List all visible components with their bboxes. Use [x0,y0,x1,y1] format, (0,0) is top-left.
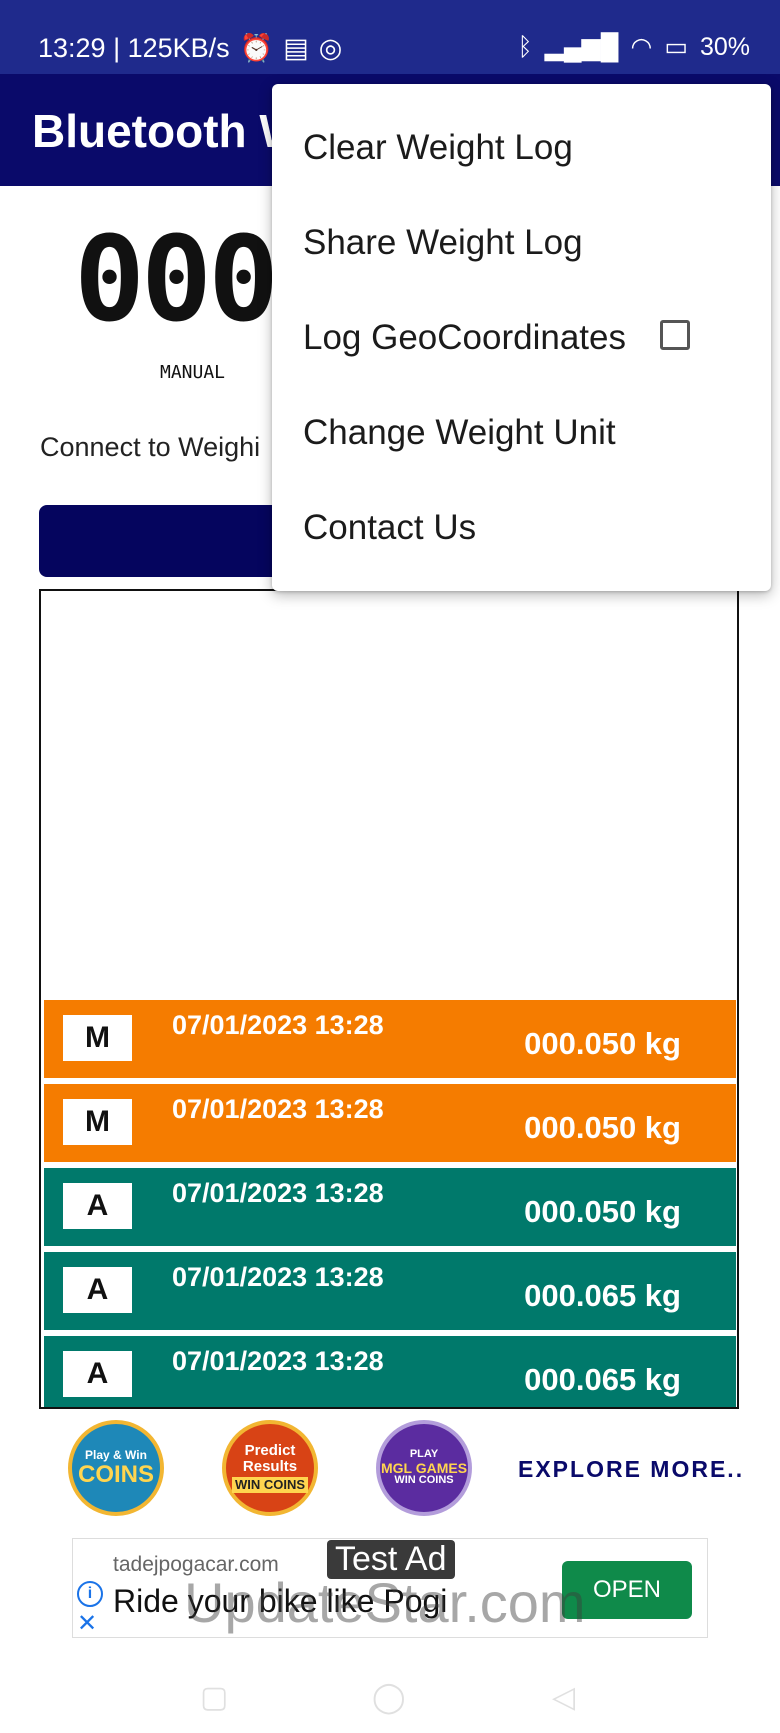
promo-line: WIN COINS [394,1474,454,1487]
log-weight: 000.050 kg [524,1110,681,1145]
menu-item-change-weight-unit[interactable]: Change Weight Unit [303,413,616,453]
app-title: Bluetooth W [32,105,303,157]
weight-display: 000 [74,210,279,348]
status-time-speed: 13:29 | 125KB/s [38,32,230,63]
promo-line: Results [242,1457,298,1475]
log-row[interactable]: A 07/01/2023 13:28 000.050 kg [44,1168,736,1246]
signal-icon: ▂▄▆█ [544,33,619,61]
alarm-icon: ⏰ [239,33,274,63]
mode-label: MANUAL [160,362,226,383]
promo-mgl-games[interactable]: PLAY MGL GAMES WIN COINS [376,1420,472,1516]
promo-line: COINS [77,1460,154,1488]
status-bar-left: 13:29 | 125KB/s ⏰ ▤ ◎ [38,32,342,64]
message-icon: ▤ [283,32,309,63]
whatsapp-icon: ◎ [318,32,343,63]
log-type-badge: A [63,1351,132,1397]
status-bar: 13:29 | 125KB/s ⏰ ▤ ◎ ᛒ ▂▄▆█ ◠ ▭ 30% [0,0,780,74]
status-bar-right: ᛒ ▂▄▆█ ◠ ▭ 30% [518,32,750,62]
log-datetime: 07/01/2023 13:28 [172,1178,384,1208]
connect-label: Connect to Weighi [40,432,261,462]
log-weight: 000.065 kg [524,1278,681,1313]
info-icon[interactable]: i [77,1581,103,1607]
log-row[interactable]: M 07/01/2023 13:28 000.050 kg [44,1084,736,1162]
nav-back-icon[interactable]: ◁ [552,1680,575,1715]
log-type-badge: A [63,1267,132,1313]
log-datetime: 07/01/2023 13:28 [172,1262,384,1292]
log-weight: 000.050 kg [524,1194,681,1229]
log-row[interactable]: A 07/01/2023 13:28 000.065 kg [44,1336,736,1407]
log-type-badge: M [63,1099,132,1145]
bluetooth-icon: ᛒ [517,32,533,61]
log-row[interactable]: A 07/01/2023 13:28 000.065 kg [44,1252,736,1330]
watermark: UpdateStar.com [184,1571,586,1634]
log-type-badge: M [63,1015,132,1061]
promo-predict-results[interactable]: Predict Results WIN COINS [222,1420,318,1516]
log-weight: 000.050 kg [524,1026,681,1061]
promo-line: WIN COINS [231,1477,309,1494]
nav-recents-icon[interactable]: ▢ [200,1680,228,1715]
menu-item-log-geocoordinates[interactable]: Log GeoCoordinates [303,318,626,358]
overflow-menu: Clear Weight Log Share Weight Log Log Ge… [272,84,771,591]
explore-more-link[interactable]: EXPLORE MORE.. [518,1456,744,1483]
log-type-badge: A [63,1183,132,1229]
log-datetime: 07/01/2023 13:28 [172,1010,384,1040]
log-datetime: 07/01/2023 13:28 [172,1094,384,1124]
menu-item-clear-weight-log[interactable]: Clear Weight Log [303,128,573,168]
promo-line: Play & Win [85,1448,147,1463]
promo-line: Predict [244,1441,296,1459]
log-weight: 000.065 kg [524,1362,681,1397]
promo-line: PLAY [409,1448,439,1461]
log-datetime: 07/01/2023 13:28 [172,1346,384,1376]
battery-icon: ▭ [664,33,688,61]
menu-item-contact-us[interactable]: Contact Us [303,508,476,548]
promo-play-win-coins[interactable]: Play & Win COINS [68,1420,164,1516]
promo-line: MGL GAMES [380,1459,468,1476]
close-icon[interactable]: ✕ [77,1609,97,1638]
nav-home-icon[interactable]: ◯ [372,1680,406,1715]
weight-log-list[interactable]: M 07/01/2023 13:28 000.050 kg M 07/01/20… [39,589,739,1409]
log-row[interactable]: M 07/01/2023 13:28 000.050 kg [44,1000,736,1078]
wifi-icon: ◠ [630,33,653,61]
menu-item-share-weight-log[interactable]: Share Weight Log [303,223,583,263]
log-geocoordinates-checkbox[interactable] [660,320,690,350]
battery-percent: 30% [699,32,750,61]
